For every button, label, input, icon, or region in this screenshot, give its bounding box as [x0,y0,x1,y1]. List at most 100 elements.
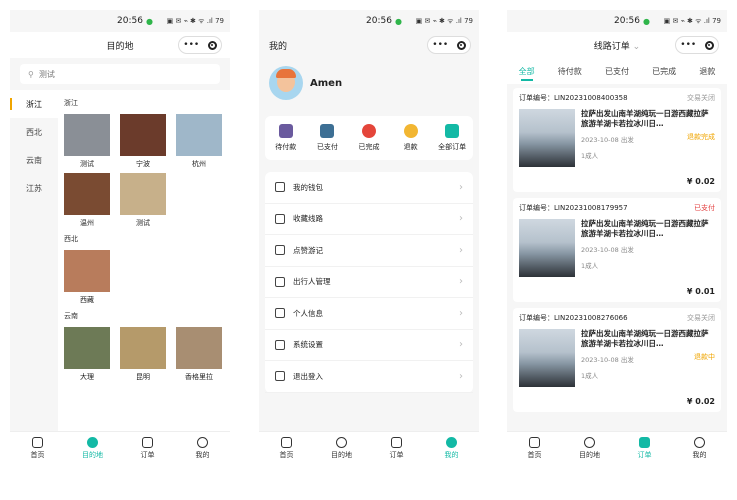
order-shortcut-0[interactable]: 待付款 [265,124,307,152]
menu-item-6[interactable]: 退出登入 › [265,361,473,393]
close-circle-icon[interactable] [207,40,217,50]
order-card[interactable]: 订单编号：LIN20231008276066 交易关闭 拉萨出发山南羊湖纯玩一日游西… [513,308,721,412]
more-icon[interactable]: ••• [680,40,696,50]
city-image[interactable] [176,327,222,369]
tab-1[interactable]: 目的地 [314,432,369,465]
tab-3[interactable]: 我的 [175,432,230,465]
menu-item-2[interactable]: 点赞游记 › [265,235,473,267]
city-card[interactable]: 西藏 [64,250,110,305]
order-body: 拉萨出发山南羊湖纯玩一日游西藏拉萨旅游羊湖卡若拉冰川日… 2023-10-08 出… [519,329,715,387]
star-icon [275,213,285,224]
city-card[interactable]: 测试 [120,173,166,228]
group-title: 西北 [64,235,78,243]
tab-bar: 首页 目的地 订单 我的 [259,431,479,465]
menu-item-1[interactable]: 收藏线路 › [265,204,473,235]
close-circle-icon[interactable] [456,40,466,50]
status-bar: 20:56 ● ▣ ✉ ⌁ ✱ ᯤ .ıl 79 [10,10,230,32]
city-card[interactable]: 昆明 [120,327,166,382]
order-shortcut-1[interactable]: 已支付 [307,124,349,152]
city-card[interactable]: 宁波 [120,114,166,169]
chevron-right-icon: › [459,276,463,288]
order-tab-4[interactable]: 退款 [699,62,715,81]
tab-3[interactable]: 我的 [672,432,727,465]
order-number: 订单编号：LIN20231008179957 [519,204,628,212]
order-list: 订单编号：LIN20231008400358 交易关闭 拉萨出发山南羊湖纯玩一日游西… [507,84,727,422]
tab-1[interactable]: 目的地 [562,432,617,465]
sidebar-item-1[interactable]: 西北 [10,118,58,146]
order-tab-3[interactable]: 已完成 [652,62,676,81]
tab-0[interactable]: 首页 [10,432,65,465]
avatar[interactable] [269,66,303,100]
order-tab-2[interactable]: 已支付 [605,62,629,81]
order-list-icon [142,437,153,448]
city-card[interactable]: 大理 [64,327,110,382]
order-thumbnail[interactable] [519,219,575,277]
order-list-icon [639,437,650,448]
mini-program-capsule[interactable]: ••• [427,36,471,54]
tab-2[interactable]: 订单 [617,432,672,465]
tab-1[interactable]: 目的地 [65,432,120,465]
order-shortcut-4[interactable]: 全部订单 [431,124,473,152]
tab-2[interactable]: 订单 [369,432,424,465]
menu-item-label: 退出登入 [293,371,323,381]
mini-program-capsule[interactable]: ••• [178,36,222,54]
sidebar-item-3[interactable]: 江苏 [10,174,58,202]
city-content: 浙江 测试 宁波 杭州 温州 测试 西北 西藏 云南 大理 昆明 香格里拉 [58,90,230,460]
city-image[interactable] [120,327,166,369]
order-refund-state: 退款完成 [687,133,715,141]
order-people: 1成人 [581,372,599,380]
order-status: 交易关闭 [687,314,715,322]
wallet-icon [275,182,285,193]
tab-3[interactable]: 我的 [424,432,479,465]
profile-header[interactable]: Amen [259,58,479,108]
tab-0[interactable]: 首页 [259,432,314,465]
city-card[interactable]: 杭州 [176,114,222,169]
logout-icon [275,371,285,382]
crown-icon [275,308,285,319]
orders-screen: 20:56 ● ▣ ✉ ⌁ ✱ ᯤ .ıl 79 线路订单 ⌄ ••• 全部 待付… [507,10,727,465]
city-image[interactable] [64,114,110,156]
city-name: 温州 [80,219,94,227]
menu-item-label: 个人信息 [293,308,323,318]
tab-label: 首页 [527,451,542,459]
close-circle-icon[interactable] [704,40,714,50]
city-card[interactable]: 香格里拉 [176,327,222,382]
city-image[interactable] [120,173,166,215]
page-title[interactable]: 线路订单 ⌄ [594,39,640,52]
order-body: 拉萨出发山南羊湖纯玩一日游西藏拉萨旅游羊湖卡若拉冰川日… 2023-10-08 出… [519,219,715,277]
sidebar-item-2[interactable]: 云南 [10,146,58,174]
order-price: ¥ 0.02 [686,177,715,186]
menu-item-3[interactable]: 出行人管理 › [265,267,473,298]
city-image[interactable] [176,114,222,156]
order-title: 拉萨出发山南羊湖纯玩一日游西藏拉萨旅游羊湖卡若拉冰川日… [581,219,709,238]
order-shortcut-3[interactable]: 退款 [390,124,432,152]
city-name: 香格里拉 [185,373,213,381]
group-title: 云南 [64,312,78,320]
order-card[interactable]: 订单编号：LIN20231008400358 交易关闭 拉萨出发山南羊湖纯玩一日游西… [513,88,721,192]
more-icon[interactable]: ••• [432,40,448,50]
tab-0[interactable]: 首页 [507,432,562,465]
menu-item-0[interactable]: 我的钱包 › [265,172,473,204]
city-image[interactable] [64,327,110,369]
menu-item-5[interactable]: 系统设置 › [265,330,473,361]
status-dot-icon: ● [642,16,650,26]
more-icon[interactable]: ••• [183,40,199,50]
city-card[interactable]: 温州 [64,173,110,228]
tab-2[interactable]: 订单 [120,432,175,465]
city-image[interactable] [64,250,110,292]
city-card[interactable]: 测试 [64,114,110,169]
city-image[interactable] [120,114,166,156]
order-thumbnail[interactable] [519,109,575,167]
order-tab-1[interactable]: 待付款 [558,62,582,81]
order-card[interactable]: 订单编号：LIN20231008179957 已支付 拉萨出发山南羊湖纯玩一日游西藏… [513,198,721,302]
search-box[interactable]: ⚲ [20,64,220,84]
search-input[interactable] [38,69,179,79]
order-shortcut-label: 全部订单 [438,143,467,151]
sidebar-item-0[interactable]: 浙江 [10,90,58,118]
mini-program-capsule[interactable]: ••• [675,36,719,54]
menu-item-4[interactable]: 个人信息 › [265,298,473,330]
order-tab-0[interactable]: 全部 [519,62,535,81]
city-image[interactable] [64,173,110,215]
order-thumbnail[interactable] [519,329,575,387]
order-shortcut-2[interactable]: 已完成 [348,124,390,152]
